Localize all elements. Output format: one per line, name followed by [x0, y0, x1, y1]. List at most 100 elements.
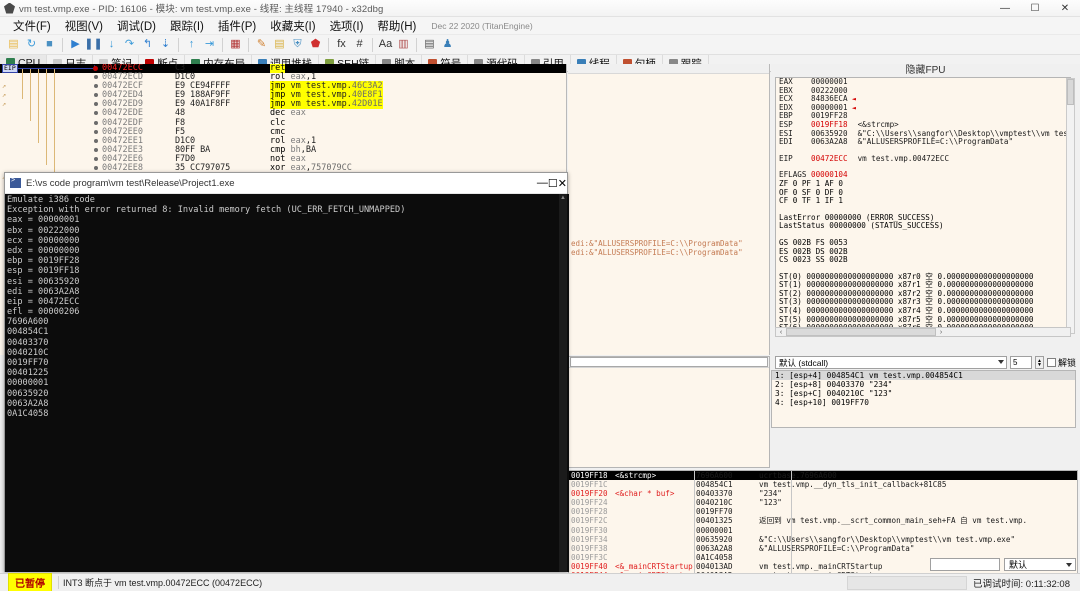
- hscroll-thumb[interactable]: [786, 328, 936, 336]
- trace-into-icon[interactable]: ↑: [183, 36, 200, 53]
- address-dot-icon[interactable]: [94, 102, 98, 106]
- menu-item-6[interactable]: 选项(I): [323, 18, 371, 34]
- eraser-icon[interactable]: ⬟: [307, 36, 324, 53]
- register-value[interactable]: 00000104: [811, 170, 848, 179]
- notes-icon[interactable]: ▤: [271, 36, 288, 53]
- menu-item-0[interactable]: 文件(F): [6, 18, 58, 34]
- arg-count-input[interactable]: 5: [1010, 356, 1032, 369]
- trace-over-icon[interactable]: ⇥: [201, 36, 218, 53]
- calling-convention-row: 默认 (stdcall) 5 ▲▼ 解锁: [771, 355, 1080, 370]
- menu-item-5[interactable]: 收藏夹(I): [263, 18, 322, 34]
- log-view-icon[interactable]: ▤: [421, 36, 438, 53]
- address-dot-icon[interactable]: [94, 121, 98, 125]
- step-over-glyph: ↷: [125, 39, 134, 50]
- bottom-view-value: 默认: [1009, 558, 1027, 571]
- step-over-icon[interactable]: ↷: [121, 36, 138, 53]
- arguments-pane[interactable]: 1: [esp+4] 004854C1 vm test.vmp.004854C1…: [771, 370, 1076, 428]
- menu-item-7[interactable]: 帮助(H): [370, 18, 423, 34]
- address-dot-icon[interactable]: [94, 111, 98, 115]
- breakpoint-icon[interactable]: [93, 66, 98, 71]
- argument-row[interactable]: 3: [esp+C] 0040210C "123": [772, 389, 1075, 398]
- address-dot-icon[interactable]: [94, 148, 98, 152]
- status-time-label: 已调试时间:: [973, 579, 1023, 590]
- scroll-right-icon[interactable]: ›: [936, 329, 946, 336]
- disassembly-mnemonic: dec eax: [270, 109, 566, 118]
- toolbar: ▤↻■▶❚❚↓↷↰⇣↑⇥▦✎▤⛨⬟fx#Aa▥▤♟: [0, 35, 1080, 55]
- argument-row[interactable]: 1: [esp+4] 004854C1 vm test.vmp.004854C1: [772, 371, 1075, 380]
- jump-arrow-icon: ↗: [2, 100, 6, 109]
- maximize-button[interactable]: ☐: [1020, 0, 1050, 17]
- registers-hscrollbar[interactable]: ‹ ›: [775, 327, 1071, 337]
- console-maximize-button[interactable]: ☐: [548, 177, 558, 190]
- patch-icon[interactable]: ⛨: [289, 36, 306, 53]
- fpu-toggle[interactable]: 隐藏FPU: [771, 64, 1080, 77]
- pencil-icon[interactable]: ✎: [253, 36, 270, 53]
- register-value[interactable]: 00472ECC: [811, 154, 848, 163]
- calling-convention-select[interactable]: 默认 (stdcall): [775, 356, 1007, 369]
- menu-item-4[interactable]: 插件(P): [211, 18, 263, 34]
- pause-icon[interactable]: ❚❚: [85, 36, 102, 53]
- status-time: 已调试时间: 0:11:32:08: [973, 576, 1080, 590]
- step-into-icon[interactable]: ↓: [103, 36, 120, 53]
- step-out-icon[interactable]: ↰: [139, 36, 156, 53]
- info-spacer: [568, 74, 769, 239]
- about-icon[interactable]: ♟: [439, 36, 456, 53]
- flags-row[interactable]: CF 0 TF 1 IF 1: [776, 197, 1070, 206]
- hash-icon[interactable]: #: [351, 36, 368, 53]
- notes-glyph: ▤: [274, 39, 284, 50]
- unlock-checkbox[interactable]: 解锁: [1047, 356, 1076, 369]
- address-dot-icon[interactable]: [94, 93, 98, 97]
- scroll-left-icon[interactable]: ‹: [776, 329, 786, 336]
- close-button[interactable]: ✕: [1050, 0, 1080, 17]
- menu-item-2[interactable]: 调试(D): [110, 18, 163, 34]
- segment-row: CS 0023 SS 002B: [776, 256, 1070, 265]
- address-dot-icon[interactable]: [94, 166, 98, 170]
- registers-scrollbar[interactable]: [1066, 78, 1075, 334]
- address-dot-icon[interactable]: [94, 75, 98, 79]
- minimize-button[interactable]: —: [990, 0, 1020, 17]
- about-glyph: ♟: [443, 39, 453, 50]
- menu-item-1[interactable]: 视图(V): [58, 18, 110, 34]
- font-icon[interactable]: Aa: [377, 36, 394, 53]
- open-file-icon[interactable]: ▤: [5, 36, 22, 53]
- checkbox-box[interactable]: [1047, 358, 1056, 367]
- run-icon[interactable]: ▶: [67, 36, 84, 53]
- scroll-up-icon[interactable]: ▲: [559, 194, 567, 202]
- console-window[interactable]: E:\vs code program\vm test\Release\Proje…: [4, 172, 568, 572]
- console-close-button[interactable]: ✕: [558, 177, 567, 190]
- memory-map-icon[interactable]: ▦: [227, 36, 244, 53]
- info-line: edi:&"ALLUSERSPROFILE=C:\\ProgramData": [568, 248, 769, 257]
- info-pane-header: [568, 64, 769, 74]
- dump-pane[interactable]: [568, 356, 770, 468]
- address-dot-icon[interactable]: [94, 84, 98, 88]
- argument-row[interactable]: 2: [esp+8] 00403370 "234": [772, 380, 1075, 389]
- bottom-view-select[interactable]: 默认: [1004, 558, 1076, 571]
- address-dot-icon[interactable]: [94, 130, 98, 134]
- restart-icon[interactable]: ↻: [23, 36, 40, 53]
- address-dot-icon[interactable]: [94, 139, 98, 143]
- functions-icon[interactable]: fx: [333, 36, 350, 53]
- register-value[interactable]: 0063A2A8: [811, 137, 848, 146]
- stop-glyph: ■: [46, 39, 53, 50]
- register-row[interactable]: EDI0063A2A8&"ALLUSERSPROFILE=C:\\Program…: [776, 138, 1070, 147]
- argument-row[interactable]: 4: [esp+10] 0019FF70: [772, 398, 1075, 407]
- menu-bar: 文件(F)视图(V)调试(D)跟踪(I)插件(P)收藏夹(I)选项(I)帮助(H…: [0, 17, 1080, 35]
- chevron-down-icon: [998, 360, 1004, 364]
- arg-count-stepper[interactable]: ▲▼: [1035, 356, 1044, 369]
- bottom-input[interactable]: [930, 558, 1000, 571]
- disassembly-gutter: [0, 137, 100, 146]
- run-to-selection-icon[interactable]: ⇣: [157, 36, 174, 53]
- stop-icon[interactable]: ■: [41, 36, 58, 53]
- register-row[interactable]: EIP00472ECCvm test.vmp.00472ECC: [776, 155, 1070, 164]
- address-dot-icon[interactable]: [94, 157, 98, 161]
- disassembly-gutter: ↗: [0, 100, 100, 109]
- dump-address-input[interactable]: [570, 357, 768, 367]
- console-scrollbar[interactable]: ▲: [559, 194, 567, 572]
- preferences-icon[interactable]: ▥: [395, 36, 412, 53]
- scroll-thumb[interactable]: [1067, 79, 1074, 105]
- unlock-label: 解锁: [1058, 356, 1076, 369]
- registers-list[interactable]: EAX00000001EBX00222000ECX84836ECA ◄EDX00…: [775, 77, 1071, 335]
- console-line: edx = 00000000: [7, 246, 567, 256]
- menu-item-3[interactable]: 跟踪(I): [163, 18, 211, 34]
- console-minimize-button[interactable]: —: [537, 177, 548, 190]
